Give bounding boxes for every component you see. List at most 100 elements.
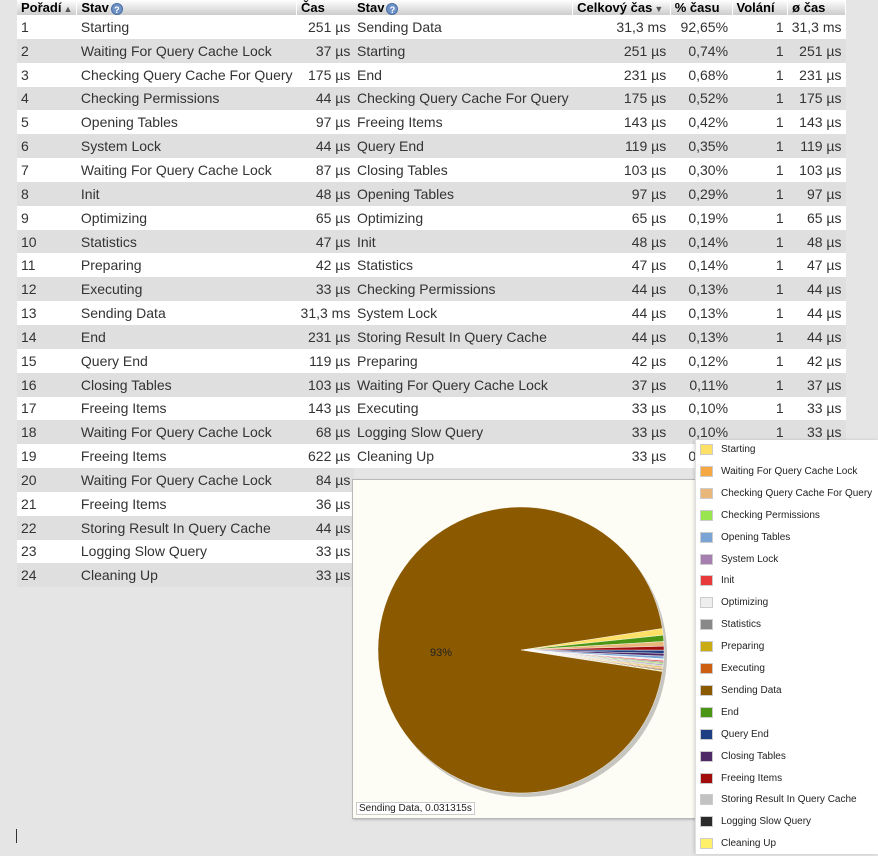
legend-label: Checking Permissions — [721, 509, 820, 521]
row-state: Checking Permissions — [353, 277, 573, 302]
row-state: Executing — [353, 396, 573, 421]
row-state: Init — [76, 181, 297, 206]
column-header-percent-time[interactable]: % času — [670, 0, 733, 15]
row-percent-time: 0,30% — [670, 158, 733, 182]
row-percent-time: 0,14% — [670, 229, 733, 254]
row-avg-time: 103 µs — [787, 158, 846, 182]
row-time: 119 µs — [296, 348, 355, 373]
legend-item[interactable]: System Lock — [696, 550, 878, 572]
legend-item[interactable]: Freeing Items — [696, 769, 878, 791]
column-header-time[interactable]: Čas — [296, 0, 355, 15]
table-row: 9 Optimizing 65 µs — [17, 205, 355, 230]
legend-item[interactable]: Waiting For Query Cache Lock — [696, 462, 878, 484]
legend-item[interactable]: Opening Tables — [696, 528, 878, 550]
legend-item[interactable]: Storing Result In Query Cache — [696, 790, 878, 812]
row-state: Opening Tables — [76, 110, 297, 135]
row-percent-time: 0,13% — [670, 301, 733, 325]
legend-swatch — [700, 487, 713, 499]
text-cursor — [16, 829, 17, 843]
column-header-avg-time[interactable]: ø čas — [787, 0, 846, 15]
row-state: Freeing Items — [76, 396, 297, 421]
profiling-order-rows: 1 Starting 251 µs 2 Waiting For Query Cache … — [17, 15, 355, 588]
row-state: Checking Query Cache For Query — [76, 62, 297, 87]
row-order: 23 — [17, 539, 77, 564]
row-state: Opening Tables — [353, 181, 573, 206]
row-state: Storing Result In Query Cache — [76, 515, 297, 540]
row-state: Preparing — [76, 253, 297, 278]
legend-swatch — [700, 706, 713, 718]
legend-item[interactable]: Checking Permissions — [696, 506, 878, 528]
legend-item[interactable]: Statistics — [696, 615, 878, 637]
row-order: 21 — [17, 491, 77, 516]
legend-item[interactable]: Query End — [696, 725, 878, 747]
row-time: 251 µs — [296, 15, 355, 39]
row-calls: 1 — [732, 62, 788, 87]
row-percent-time: 0,14% — [670, 253, 733, 278]
table-row: 4 Checking Permissions 44 µs — [17, 86, 355, 111]
legend-item[interactable]: Closing Tables — [696, 747, 878, 769]
legend-label: System Lock — [721, 553, 779, 565]
row-order: 24 — [17, 563, 77, 588]
row-total-time: 44 µs — [572, 324, 671, 349]
pie-slice-label: 93% — [430, 647, 452, 659]
row-state: Waiting For Query Cache Lock — [353, 372, 573, 397]
row-state: End — [353, 62, 573, 87]
column-header-total-time[interactable]: Celkový čas ▼ — [572, 0, 671, 15]
row-order: 7 — [17, 158, 77, 182]
legend-item[interactable]: Sending Data — [696, 681, 878, 703]
row-order: 5 — [17, 110, 77, 135]
legend-item[interactable]: Starting — [696, 440, 878, 462]
legend-label: Starting — [721, 444, 756, 455]
table-row: 19 Freeing Items 622 µs — [17, 444, 355, 469]
help-icon[interactable]: ? — [386, 2, 399, 15]
sort-asc-icon: ▲ — [63, 3, 73, 14]
table-row: Storing Result In Query Cache 44 µs 0,13% 1… — [353, 324, 846, 349]
table-row: 11 Preparing 42 µs — [17, 253, 355, 278]
legend-label: End — [721, 706, 739, 718]
legend-label: Optimizing — [721, 597, 769, 609]
row-time: 44 µs — [296, 515, 355, 540]
column-header-calls[interactable]: Volání — [732, 0, 789, 15]
legend-item[interactable]: Cleaning Up — [696, 834, 878, 856]
row-order: 9 — [17, 205, 77, 230]
legend-item[interactable]: Executing — [696, 659, 878, 681]
table-row: 3 Checking Query Cache For Query 175 µs — [17, 62, 355, 87]
column-header-order[interactable]: Pořadí ▲ — [17, 0, 78, 15]
row-total-time: 65 µs — [572, 205, 671, 230]
legend-item[interactable]: Init — [696, 571, 878, 593]
row-percent-time: 0,35% — [670, 134, 733, 159]
row-state: Statistics — [76, 229, 297, 254]
table-row: 13 Sending Data 31,3 ms — [17, 301, 355, 325]
legend-swatch — [700, 663, 713, 674]
row-state: Optimizing — [76, 205, 297, 230]
legend-label: Sending Data — [721, 684, 782, 696]
table-row: Preparing 42 µs 0,12% 1 42 µs — [353, 348, 846, 373]
legend-swatch — [700, 531, 713, 543]
row-order: 13 — [17, 301, 77, 325]
row-order: 2 — [17, 38, 77, 63]
table-row: Sending Data 31,3 ms 92,65% 1 31,3 ms — [353, 15, 846, 39]
help-icon[interactable]: ? — [110, 2, 123, 15]
chart-legend: Starting Waiting For Query Cache Lock Chec… — [695, 440, 878, 854]
legend-item[interactable]: Preparing — [696, 637, 878, 659]
column-header-state[interactable]: Stav? — [76, 0, 298, 15]
legend-label: Cleaning Up — [721, 838, 777, 850]
row-state: Closing Tables — [353, 158, 573, 182]
legend-item[interactable]: Checking Query Cache For Query — [696, 484, 878, 506]
legend-swatch — [700, 509, 713, 521]
row-percent-time: 0,11% — [670, 372, 733, 397]
row-calls: 1 — [732, 372, 788, 397]
table-row: Starting 251 µs 0,74% 1 251 µs — [353, 38, 846, 63]
legend-item[interactable]: Optimizing — [696, 593, 878, 615]
legend-label: Closing Tables — [721, 750, 786, 762]
column-header-state[interactable]: Stav? — [353, 0, 574, 15]
row-time: 44 µs — [296, 86, 355, 111]
table-row: System Lock 44 µs 0,13% 1 44 µs — [353, 301, 846, 325]
table-row: 12 Executing 33 µs — [17, 277, 355, 302]
legend-label: Waiting For Query Cache Lock — [721, 465, 858, 477]
legend-item[interactable]: End — [696, 703, 878, 725]
legend-item[interactable]: Logging Slow Query — [696, 812, 878, 834]
row-percent-time: 0,13% — [670, 277, 733, 302]
table-row: 5 Opening Tables 97 µs — [17, 110, 355, 135]
row-avg-time: 251 µs — [787, 38, 846, 63]
